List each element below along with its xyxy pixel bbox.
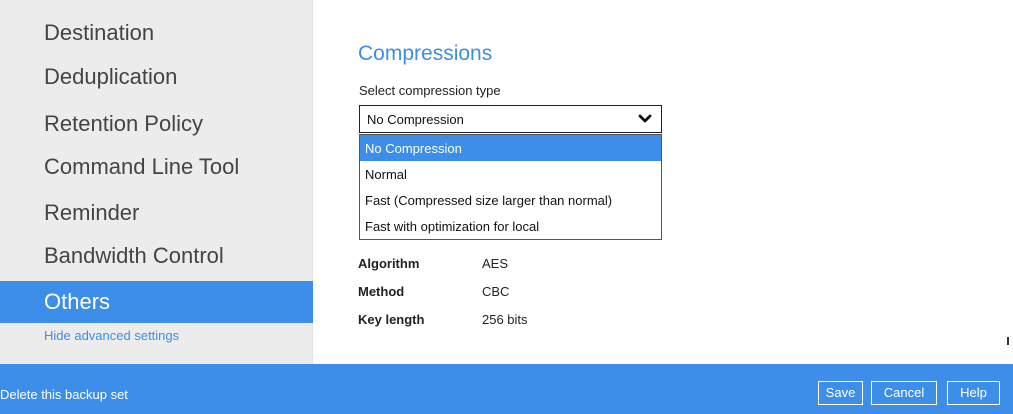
encryption-method-value: CBC [482, 284, 510, 299]
sidebar-item-deduplication[interactable]: Deduplication [44, 66, 177, 88]
encryption-key-length-value: 256 bits [482, 312, 528, 327]
help-button[interactable]: Help [947, 381, 1000, 405]
sidebar-item-others[interactable]: Others [0, 281, 313, 323]
scrollbar-marker[interactable] [1006, 337, 1010, 345]
encryption-algorithm-key: Algorithm [358, 256, 420, 271]
sidebar: Destination Deduplication Retention Poli… [0, 0, 313, 364]
encryption-key-length-key: Key length [358, 312, 425, 327]
main-panel: Compressions Select compression type No … [313, 0, 1013, 364]
option-no-compression[interactable]: No Compression [360, 135, 661, 161]
option-normal[interactable]: Normal [360, 161, 661, 187]
option-fast-optimized-local[interactable]: Fast with optimization for local [360, 213, 661, 239]
section-title: Compressions [358, 42, 493, 65]
option-fast[interactable]: Fast (Compressed size larger than normal… [360, 187, 661, 213]
encryption-method-key: Method [358, 284, 405, 299]
sidebar-item-destination[interactable]: Destination [44, 22, 154, 44]
compression-select-value: No Compression [367, 112, 464, 127]
chevron-down-icon [638, 114, 652, 123]
save-button[interactable]: Save [818, 381, 863, 405]
cancel-button[interactable]: Cancel [871, 381, 937, 405]
sidebar-item-command-line-tool[interactable]: Command Line Tool [44, 156, 239, 178]
sidebar-item-reminder[interactable]: Reminder [44, 202, 139, 224]
select-compression-label: Select compression type [359, 83, 501, 98]
sidebar-item-retention-policy[interactable]: Retention Policy [44, 113, 203, 135]
hide-advanced-settings-link[interactable]: Hide advanced settings [44, 328, 179, 343]
delete-backup-set-link[interactable]: Delete this backup set [0, 387, 128, 402]
compression-dropdown-list: No Compression Normal Fast (Compressed s… [359, 134, 662, 240]
compression-select[interactable]: No Compression [359, 105, 662, 133]
footer-bar: Delete this backup set Save Cancel Help [0, 364, 1013, 414]
sidebar-item-bandwidth-control[interactable]: Bandwidth Control [44, 245, 224, 267]
encryption-algorithm-value: AES [482, 256, 509, 271]
